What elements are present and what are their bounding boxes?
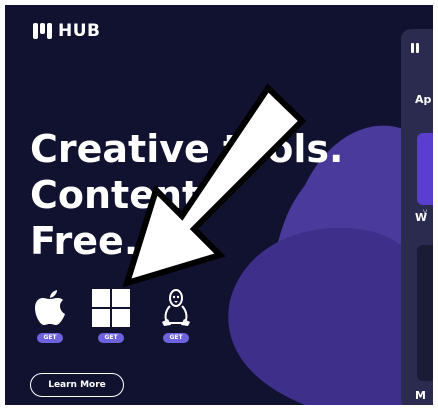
annotation-arrow-icon: [122, 83, 307, 288]
app-window: Ap V W M HUB Creative tools. Content. Fr…: [5, 5, 433, 405]
